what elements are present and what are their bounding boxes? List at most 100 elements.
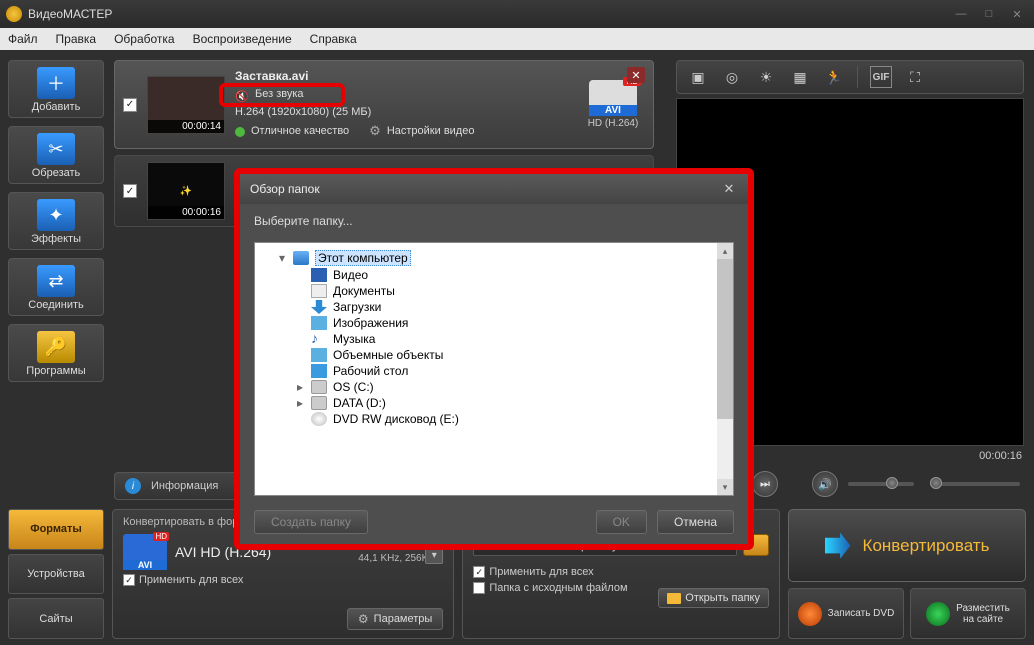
quality-icon [235, 127, 245, 137]
app-title: ВидеоМАСТЕР [28, 7, 112, 21]
scroll-thumb[interactable] [717, 259, 733, 419]
dialog-close-button[interactable]: ✕ [720, 180, 738, 198]
maximize-button[interactable]: □ [978, 6, 1000, 22]
tree-item[interactable]: ▸ OS (C:) [259, 379, 729, 395]
tree-item-label: OS (C:) [333, 380, 374, 394]
menu-help[interactable]: Справка [310, 32, 357, 46]
video-settings-link[interactable]: Настройки видео [387, 123, 475, 141]
drv-icon [311, 396, 327, 410]
volume-slider[interactable] [848, 482, 914, 486]
join-button[interactable]: ⇄Соединить [8, 258, 104, 316]
gear-icon: ⚙ [369, 121, 381, 142]
close-button[interactable]: ✕ [1006, 6, 1028, 22]
browse-folders-dialog: Обзор папок ✕ Выберите папку... ▾Этот ко… [240, 174, 748, 544]
tree-item-label: Документы [333, 284, 395, 298]
remove-file-button[interactable]: ✕ [627, 67, 645, 83]
expand-icon[interactable]: ▾ [277, 251, 287, 265]
menu-file[interactable]: Файл [8, 32, 38, 46]
arrow-icon [825, 533, 851, 559]
burn-dvd-button[interactable]: Записать DVD [788, 588, 904, 639]
doc-icon [311, 284, 327, 298]
file-item[interactable]: ✓ 00:00:14 Заставка.avi 🔇Без звука H.264… [114, 60, 654, 149]
left-toolbar: ＋Добавить ✂Обрезать ✦Эффекты ⇄Соединить … [8, 60, 104, 382]
tree-item[interactable]: Документы [259, 283, 729, 299]
volume-button[interactable]: 🔊 [812, 471, 838, 497]
menu-playback[interactable]: Воспроизведение [193, 32, 292, 46]
tree-item[interactable]: Видео [259, 267, 729, 283]
apply-all-folder-label: Применить для всех [489, 566, 593, 578]
add-button[interactable]: ＋Добавить [8, 60, 104, 118]
cut-button[interactable]: ✂Обрезать [8, 126, 104, 184]
source-folder-label: Папка с исходным файлом [489, 582, 627, 594]
format-badge[interactable]: HDAVI HD (H.264) [581, 80, 645, 129]
duration-label: 00:00:16 [148, 206, 224, 219]
open-folder-button[interactable]: Открыть папку [658, 588, 769, 608]
dl-icon [311, 300, 327, 314]
dvd-icon [798, 602, 822, 626]
tree-item-label: Объемные объекты [333, 348, 443, 362]
convert-button[interactable]: Конвертировать [788, 509, 1026, 582]
globe-icon [926, 602, 950, 626]
tree-item[interactable]: Объемные объекты [259, 347, 729, 363]
seek-slider[interactable] [930, 482, 1020, 486]
gif-button[interactable]: GIF [870, 66, 892, 88]
quality-label: Отличное качество [251, 123, 349, 141]
info-icon: i [125, 478, 141, 494]
obj-icon [311, 348, 327, 362]
tab-formats[interactable]: Форматы [8, 509, 104, 550]
publish-web-button[interactable]: Разместитьна сайте [910, 588, 1026, 639]
tree-item[interactable]: Загрузки [259, 299, 729, 315]
file-checkbox[interactable]: ✓ [123, 184, 137, 198]
tree-item[interactable]: ▾Этот компьютер [259, 249, 729, 267]
rotate-icon[interactable]: ▦ [789, 66, 811, 88]
tree-item[interactable]: Рабочий стол [259, 363, 729, 379]
tree-item[interactable]: ♪Музыка [259, 331, 729, 347]
scroll-up-button[interactable]: ▴ [717, 243, 733, 259]
dvd-icon [311, 412, 327, 426]
menu-process[interactable]: Обработка [114, 32, 175, 46]
tree-item[interactable]: DVD RW дисковод (E:) [259, 411, 729, 427]
cancel-button[interactable]: Отмена [657, 510, 734, 534]
menu-edit[interactable]: Правка [56, 32, 97, 46]
preview-toolbar: ▣ ◎ ☀ ▦ 🏃 GIF ⛶ [676, 60, 1024, 94]
vid-icon [311, 268, 327, 282]
apply-all-folder-checkbox[interactable]: ✓ [473, 566, 485, 578]
new-folder-button[interactable]: Создать папку [254, 510, 368, 534]
tab-sites[interactable]: Сайты [8, 598, 104, 639]
mus-icon: ♪ [311, 332, 327, 346]
file-checkbox[interactable]: ✓ [123, 98, 137, 112]
programs-button[interactable]: 🔑Программы [8, 324, 104, 382]
target-icon[interactable]: ◎ [721, 66, 743, 88]
info-label[interactable]: Информация [151, 480, 218, 492]
thumbnail[interactable]: 00:00:14 [147, 76, 225, 134]
tree-item[interactable]: ▸ DATA (D:) [259, 395, 729, 411]
mute-icon: 🔇 [235, 89, 249, 101]
next-button[interactable]: ⏭ [752, 471, 778, 497]
tree-item-label: DATA (D:) [333, 396, 386, 410]
format-icon: HDAVI [123, 534, 167, 570]
expand-icon[interactable]: ▸ [295, 396, 305, 410]
tree-item[interactable]: Изображения [259, 315, 729, 331]
img-icon [311, 316, 327, 330]
fullscreen-icon[interactable]: ⛶ [904, 66, 926, 88]
source-folder-checkbox[interactable] [473, 582, 485, 594]
parameters-button[interactable]: ⚙Параметры [347, 608, 443, 630]
scroll-down-button[interactable]: ▾ [717, 479, 733, 495]
effects-button[interactable]: ✦Эффекты [8, 192, 104, 250]
dialog-prompt: Выберите папку... [240, 204, 748, 238]
expand-icon[interactable]: ▸ [295, 380, 305, 394]
apply-all-label: Применить для всех [139, 574, 243, 586]
modal-highlight: Обзор папок ✕ Выберите папку... ▾Этот ко… [234, 168, 754, 550]
folder-tree[interactable]: ▾Этот компьютерВидеоДокументыЗагрузкиИзо… [254, 242, 734, 496]
speed-icon[interactable]: 🏃 [823, 66, 845, 88]
tree-item-label: DVD RW дисковод (E:) [333, 412, 459, 426]
thumbnail[interactable]: ✨00:00:16 [147, 162, 225, 220]
brightness-icon[interactable]: ☀ [755, 66, 777, 88]
tab-devices[interactable]: Устройства [8, 554, 104, 595]
crop-icon[interactable]: ▣ [687, 66, 709, 88]
scrollbar[interactable]: ▴ ▾ [717, 243, 733, 495]
gear-icon: ⚙ [358, 612, 369, 626]
apply-all-checkbox[interactable]: ✓ [123, 574, 135, 586]
ok-button[interactable]: OK [596, 510, 647, 534]
minimize-button[interactable]: — [950, 6, 972, 22]
